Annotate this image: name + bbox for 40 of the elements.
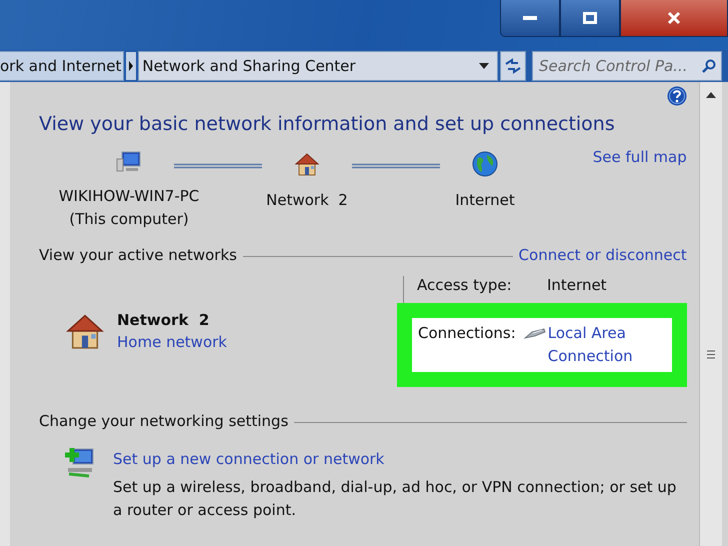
node-label: Internet (455, 190, 515, 211)
see-full-map-link[interactable]: See full map (592, 148, 687, 166)
page-heading: View your basic network information and set up connections (39, 113, 616, 135)
globe-icon (472, 151, 498, 177)
refresh-icon (504, 58, 522, 74)
scroll-bar[interactable] (698, 82, 722, 546)
maximize-button[interactable] (560, 0, 620, 37)
maximize-icon (583, 12, 597, 24)
connect-link[interactable]: Connect or disconnect (518, 246, 687, 264)
computer-icon (116, 151, 142, 173)
breadcrumb-item[interactable]: Network and Sharing Center (142, 57, 356, 75)
node-label: (This computer) (69, 209, 189, 230)
network-name: Network 2 (117, 311, 210, 329)
detail-value: Internet (547, 276, 607, 294)
connection-link[interactable]: Local Area Connection (548, 322, 658, 368)
minimize-button[interactable] (500, 0, 560, 37)
network-cable-icon (524, 327, 546, 339)
network-type-link[interactable]: Home network (117, 333, 227, 351)
section-title: View your active networks (39, 246, 237, 264)
node-label: Network 2 (266, 190, 348, 211)
address-field[interactable]: Network and Sharing Center (138, 51, 498, 81)
detail-label: Connections: (418, 324, 516, 342)
close-button[interactable] (620, 0, 728, 37)
search-field[interactable]: Search Control Pa... (532, 51, 722, 81)
minimize-icon (523, 16, 537, 20)
house-icon (294, 151, 320, 177)
item-description: Set up a wireless, broadband, dial-up, ad hoc, or VPN connection; or set up a router or access point. (113, 477, 678, 521)
breadcrumb-item[interactable]: ork and Internet (0, 51, 124, 81)
help-icon (666, 86, 687, 106)
search-icon (702, 59, 716, 73)
section-title: Change your networking settings (39, 412, 288, 430)
scroll-grip-icon (706, 350, 715, 359)
setup-connection-link[interactable]: Set up a new connection or network (113, 450, 678, 468)
scroll-up-icon (706, 92, 716, 98)
node-label: WIKIHOW-WIN7-PC (58, 186, 200, 207)
close-icon (667, 11, 681, 25)
refresh-button[interactable] (500, 51, 526, 81)
dropdown-icon (479, 63, 489, 69)
detail-label: Access type: (417, 276, 513, 294)
chevron-icon (126, 52, 136, 80)
